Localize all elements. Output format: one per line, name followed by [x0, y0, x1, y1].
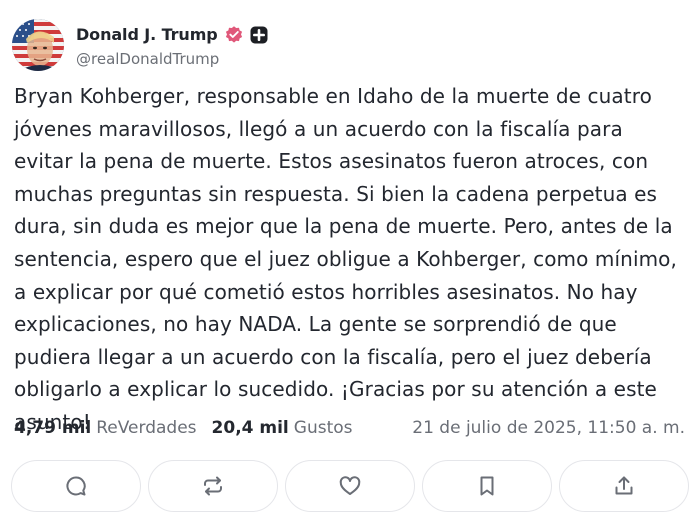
author-block: Donald J. Trump @realDonaldTrump [76, 23, 268, 68]
reposts-label: ReVerdades [96, 418, 197, 438]
share-button[interactable] [559, 460, 689, 512]
repost-button[interactable] [148, 460, 278, 512]
repost-icon [201, 474, 225, 498]
like-button[interactable] [285, 460, 415, 512]
post-header: Donald J. Trump @realDonaldTrump [12, 17, 268, 73]
reply-button[interactable] [11, 460, 141, 512]
author-display-name[interactable]: Donald J. Trump [76, 25, 218, 44]
action-bar [11, 460, 689, 512]
likes-stat[interactable]: 20,4 mil Gustos [212, 418, 353, 438]
post-text: Bryan Kohberger, responsable en Idaho de… [14, 84, 677, 434]
post-card: Donald J. Trump @realDonaldTrump Bryan K… [0, 0, 700, 526]
avatar-image [12, 19, 64, 71]
comment-icon [64, 474, 88, 498]
reposts-count: 4,79 mil [14, 418, 92, 438]
post-stats: 4,79 mil ReVerdades 20,4 mil Gustos 21 de … [14, 418, 686, 438]
post-timestamp[interactable]: 21 de julio de 2025, 11:50 a. m. [412, 418, 686, 438]
reposts-stat[interactable]: 4,79 mil ReVerdades [14, 418, 197, 438]
author-name-row: Donald J. Trump [76, 23, 268, 47]
heart-icon [338, 474, 362, 498]
share-icon [612, 474, 636, 498]
verified-badge-icon [224, 25, 244, 45]
bookmark-button[interactable] [422, 460, 552, 512]
likes-count: 20,4 mil [211, 418, 289, 438]
plus-badge-icon [250, 26, 268, 44]
likes-label: Gustos [293, 418, 353, 438]
bookmark-icon [475, 474, 499, 498]
avatar[interactable] [12, 19, 64, 71]
author-handle[interactable]: @realDonaldTrump [76, 50, 268, 68]
